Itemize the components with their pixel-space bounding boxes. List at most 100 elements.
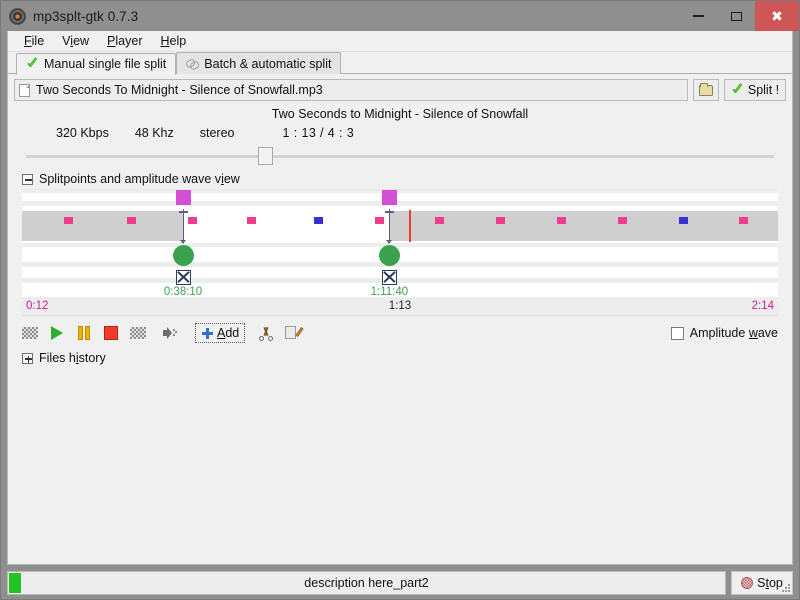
files-history-expander[interactable]: Files history (8, 344, 792, 365)
splitpoint-tick (179, 211, 188, 213)
wave-stripe (22, 243, 778, 247)
splitpoint-arrow-icon (386, 240, 392, 244)
amplitude-wave-checkbox[interactable]: Amplitude wave (671, 326, 778, 340)
play-icon (51, 326, 63, 340)
wave-stripe (22, 262, 778, 267)
wave-marker-pink (127, 217, 136, 224)
wave-marker-pink (739, 217, 748, 224)
bitrate-label: 320 Kbps (56, 126, 109, 140)
splitpoint-drag-handle[interactable] (176, 190, 191, 205)
wave-marker-blue (679, 217, 688, 224)
file-path-field[interactable]: Two Seconds To Midnight - Silence of Sno… (14, 79, 688, 101)
green-check-icon (26, 58, 39, 71)
link-icon (186, 57, 199, 70)
wave-marker-pink (375, 217, 384, 224)
browse-file-button[interactable] (693, 79, 719, 101)
wave-selection-region (183, 211, 389, 241)
pause-icon (78, 326, 91, 340)
add-button-label: Add (217, 326, 239, 340)
close-button[interactable]: ✖ (755, 1, 799, 31)
wave-marker-pink (247, 217, 256, 224)
tab-batch-automatic-split[interactable]: Batch & automatic split (176, 52, 341, 74)
seek-slider[interactable] (26, 146, 774, 166)
stop-playback-button[interactable] (99, 322, 123, 344)
seek-slider-thumb[interactable] (258, 147, 273, 165)
song-title: Two Seconds to Midnight - Silence of Sno… (8, 105, 792, 126)
menu-player[interactable]: Player (98, 32, 151, 50)
pause-button[interactable] (72, 322, 96, 344)
maximize-button[interactable] (717, 1, 755, 31)
splitpoints-section-label: Splitpoints and amplitude wave view (39, 172, 240, 186)
ruler-start-time: 0:12 (26, 300, 48, 312)
minimize-button[interactable] (679, 1, 717, 31)
scissors-icon (258, 326, 274, 341)
wave-marker-pink (188, 217, 197, 224)
wave-marker-pink (557, 217, 566, 224)
empty-content-area (8, 365, 792, 564)
wave-marker-pink (435, 217, 444, 224)
progress-bar-fill (9, 573, 21, 593)
pencil-edit-icon (285, 326, 301, 340)
title-bar: mp3splt-gtk 0.7.3 ✖ (1, 1, 799, 31)
split-button-label: Split ! (748, 83, 779, 97)
play-button[interactable] (45, 322, 69, 344)
maximize-icon (731, 12, 742, 21)
splitpoint-line (389, 209, 391, 243)
window-controls: ✖ (679, 1, 799, 31)
wave-view[interactable]: 0:38:101:11:40 (22, 189, 778, 297)
progress-bar: description here_part2 (7, 571, 726, 595)
tab-label: Batch & automatic split (204, 57, 331, 71)
expander-expand-icon[interactable] (22, 353, 33, 364)
ruler-center-time: 1:13 (389, 300, 411, 312)
wave-marker-pink (496, 217, 505, 224)
stop-circle-icon (741, 577, 753, 589)
menu-bar: File View Player Help (8, 31, 792, 52)
application-window: mp3splt-gtk 0.7.3 ✖ File View Player Hel… (0, 0, 800, 600)
next-button[interactable] (126, 322, 150, 344)
splitpoints-expander[interactable]: Splitpoints and amplitude wave view (8, 166, 792, 189)
amplitude-wave-label: Amplitude wave (690, 326, 778, 340)
channels-label: stereo (200, 126, 235, 140)
playback-position-label: 1 : 13 / 4 : 3 (283, 126, 355, 140)
client-area: File View Player Help Manual single file… (7, 31, 793, 565)
wave-band (22, 211, 778, 241)
tab-manual-single-file-split[interactable]: Manual single file split (16, 53, 176, 75)
audio-properties: 320 Kbps 48 Khz stereo 1 : 13 / 4 : 3 (8, 126, 792, 140)
wave-marker-pink (64, 217, 73, 224)
split-button[interactable]: Split ! (724, 79, 786, 101)
player-toolbar: Add Amplitude wave (8, 316, 792, 344)
tab-label: Manual single file split (44, 57, 166, 71)
previous-button[interactable] (18, 322, 42, 344)
volume-icon (163, 326, 179, 340)
wave-stripe (22, 201, 778, 206)
document-icon (19, 84, 30, 97)
progress-bar-label: description here_part2 (304, 576, 428, 590)
resize-grip[interactable] (782, 584, 791, 593)
expander-collapse-icon[interactable] (22, 174, 33, 185)
splitpoint-drag-handle[interactable] (382, 190, 397, 205)
edit-button[interactable] (281, 322, 305, 344)
menu-view[interactable]: View (53, 32, 98, 50)
window-title: mp3splt-gtk 0.7.3 (33, 9, 138, 24)
checkbox-box[interactable] (671, 327, 684, 340)
minimize-icon (693, 15, 704, 17)
close-icon: ✖ (771, 9, 783, 23)
splitpoint-arrow-icon (180, 240, 186, 244)
volume-button[interactable] (159, 322, 183, 344)
splitpoint-checkbox-icon[interactable] (176, 270, 191, 285)
splitpoint-checkbox-icon[interactable] (382, 270, 397, 285)
folder-icon (699, 85, 713, 96)
files-history-label: Files history (39, 351, 106, 365)
menu-help[interactable]: Help (151, 32, 195, 50)
add-splitpoint-button[interactable]: Add (195, 323, 245, 343)
samplerate-label: 48 Khz (135, 126, 174, 140)
seek-slider-track (26, 155, 774, 158)
splitpoint-circle-handle[interactable] (173, 245, 194, 266)
menu-file[interactable]: File (15, 32, 53, 50)
cut-button[interactable] (254, 322, 278, 344)
splitpoint-tick (385, 211, 394, 213)
ruler-end-time: 2:14 (752, 300, 774, 312)
playback-cursor (409, 210, 411, 242)
plus-icon (201, 327, 214, 340)
green-check-icon (731, 84, 744, 97)
